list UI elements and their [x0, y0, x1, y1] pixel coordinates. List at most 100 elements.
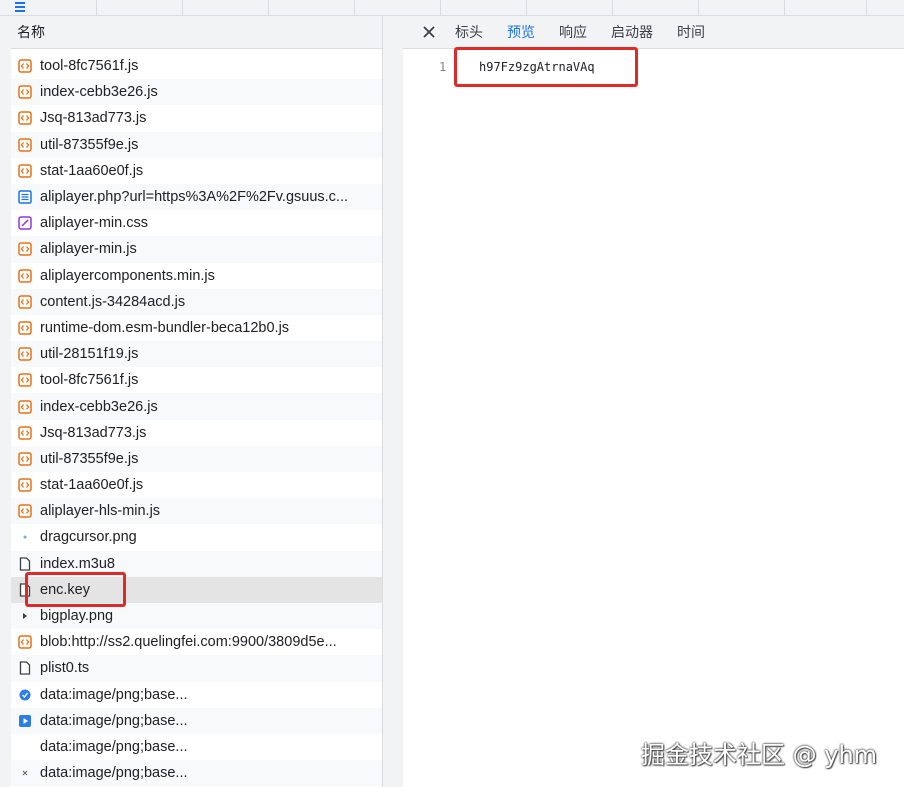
request-row[interactable]: util-87355f9e.js [11, 131, 382, 158]
blue-play-icon [18, 714, 32, 728]
timeline-divider [526, 0, 527, 15]
request-row[interactable]: stat-1aa60e0f.js [11, 158, 382, 184]
js-file-icon [18, 111, 32, 126]
js-file-icon [18, 295, 32, 309]
request-row[interactable]: util-28151f19.js [11, 341, 382, 368]
watermark: 掘金技术社区 @ yhm [641, 741, 878, 769]
request-row[interactable]: tool-8fc7561f.js [11, 53, 382, 79]
blue-circle-icon [18, 688, 32, 702]
small-x-icon [18, 766, 32, 780]
timeline-divider [612, 0, 613, 15]
timeline-divider [268, 0, 269, 15]
tab-timing[interactable]: 时间 [665, 16, 717, 48]
js-file-icon [18, 59, 32, 73]
document-icon [18, 190, 32, 204]
js-file-icon [18, 399, 32, 414]
column-header-name[interactable]: 名称 [11, 16, 382, 49]
request-name: index-cebb3e26.js [40, 398, 158, 415]
request-name: aliplayer-min.css [40, 215, 148, 232]
timeline-divider [354, 0, 355, 15]
details-panel: 标头 预览 响应 启动器 时间 1 h97Fz9zgAtrnaVAq [403, 16, 904, 787]
tab-preview[interactable]: 预览 [495, 16, 547, 48]
request-name: tool-8fc7561f.js [40, 58, 139, 75]
panel-splitter[interactable] [383, 16, 403, 787]
details-tabbar: 标头 预览 响应 启动器 时间 [403, 16, 904, 49]
request-row[interactable]: content.js-34284acd.js [11, 288, 382, 315]
request-row[interactable]: data:image/png;base... [11, 682, 382, 708]
tab-initiator[interactable]: 启动器 [599, 16, 665, 48]
highlight-box-enc-key [25, 572, 126, 607]
request-name: data:image/png;base... [40, 686, 188, 703]
request-row[interactable]: Jsq-813ad773.js [11, 105, 382, 131]
image-arrow-icon [18, 609, 32, 623]
request-name: util-87355f9e.js [40, 450, 139, 467]
js-file-icon [18, 373, 32, 388]
request-rows: tool-8fc7561f.js index-cebb3e26.js Jsq-813… [11, 53, 382, 787]
request-row[interactable]: util-87355f9e.js [11, 445, 382, 472]
request-name: aliplayer-hls-min.js [40, 503, 161, 520]
request-row[interactable]: aliplayer-min.css [11, 210, 382, 236]
request-row[interactable]: Jsq-813ad773.js [11, 420, 382, 446]
request-row[interactable]: aliplayercomponents.min.js [11, 263, 382, 289]
file-icon [18, 661, 32, 676]
js-file-icon [18, 425, 32, 440]
close-icon[interactable] [415, 18, 443, 46]
request-row[interactable]: index-cebb3e26.js [11, 393, 382, 420]
left-gutter [0, 16, 11, 787]
menu-icon[interactable] [14, 1, 26, 13]
timeline-divider [96, 0, 97, 15]
js-file-icon [18, 268, 32, 283]
line-number: 1 [439, 60, 447, 74]
request-name: stat-1aa60e0f.js [40, 477, 144, 494]
request-row[interactable]: runtime-dom.esm-bundler-beca12b0.js [11, 315, 382, 341]
request-list: 名称 tool-8fc7561f.js index-cebb3e26.js Jsq-… [11, 16, 383, 787]
js-file-icon [18, 85, 32, 100]
request-row[interactable]: index-cebb3e26.js [11, 79, 382, 106]
css-file-icon [18, 216, 32, 230]
request-name: tool-8fc7561f.js [40, 372, 139, 389]
js-file-icon [18, 137, 32, 152]
request-name: bigplay.png [40, 608, 114, 625]
request-name: plist0.ts [40, 660, 90, 677]
blank-icon [18, 740, 32, 754]
request-row[interactable]: blob:http://ss2.quelingfei.com:9900/3809… [11, 629, 382, 655]
js-file-icon [18, 635, 32, 649]
request-row[interactable]: aliplayer.php?url=https%3A%2F%2Fv.gsuus.… [11, 183, 382, 211]
request-row[interactable]: data:image/png;base... [11, 734, 382, 760]
request-row[interactable]: plist0.ts [11, 655, 382, 682]
request-name: data:image/png;base... [40, 712, 188, 729]
file-icon [18, 557, 32, 571]
request-row[interactable]: aliplayer-min.js [11, 236, 382, 263]
request-row[interactable]: dragcursor.png [11, 524, 382, 550]
request-name: runtime-dom.esm-bundler-beca12b0.js [40, 319, 290, 336]
js-file-icon [18, 478, 32, 492]
request-name: data:image/png;base... [40, 765, 188, 782]
request-name: Jsq-813ad773.js [40, 424, 147, 441]
image-dot-icon [18, 530, 32, 544]
request-row[interactable]: data:image/png;base... [11, 707, 382, 734]
request-name: stat-1aa60e0f.js [40, 162, 144, 179]
tab-headers[interactable]: 标头 [443, 16, 495, 48]
request-name: util-28151f19.js [40, 346, 139, 363]
top-toolbar-strip [0, 0, 904, 16]
request-row[interactable]: data:image/png;base... [11, 760, 382, 787]
request-name: index-cebb3e26.js [40, 84, 158, 101]
timeline-divider [784, 0, 785, 15]
js-file-icon [18, 242, 32, 257]
request-name: index.m3u8 [40, 555, 115, 572]
timeline-divider [182, 0, 183, 15]
request-row[interactable]: tool-8fc7561f.js [11, 367, 382, 393]
request-name: data:image/png;base... [40, 738, 188, 755]
timeline-divider [440, 0, 441, 15]
request-row[interactable]: aliplayer-hls-min.js [11, 498, 382, 525]
timeline-divider [698, 0, 699, 15]
tab-response[interactable]: 响应 [547, 16, 599, 48]
request-name: Jsq-813ad773.js [40, 110, 147, 127]
highlight-box-key-value [454, 47, 638, 87]
request-name: util-87355f9e.js [40, 136, 139, 153]
request-name: aliplayer-min.js [40, 241, 137, 258]
request-name: blob:http://ss2.quelingfei.com:9900/3809… [40, 634, 337, 651]
request-name: dragcursor.png [40, 529, 137, 546]
request-name: aliplayer.php?url=https%3A%2F%2Fv.gsuus.… [40, 189, 349, 206]
request-row[interactable]: stat-1aa60e0f.js [11, 472, 382, 498]
